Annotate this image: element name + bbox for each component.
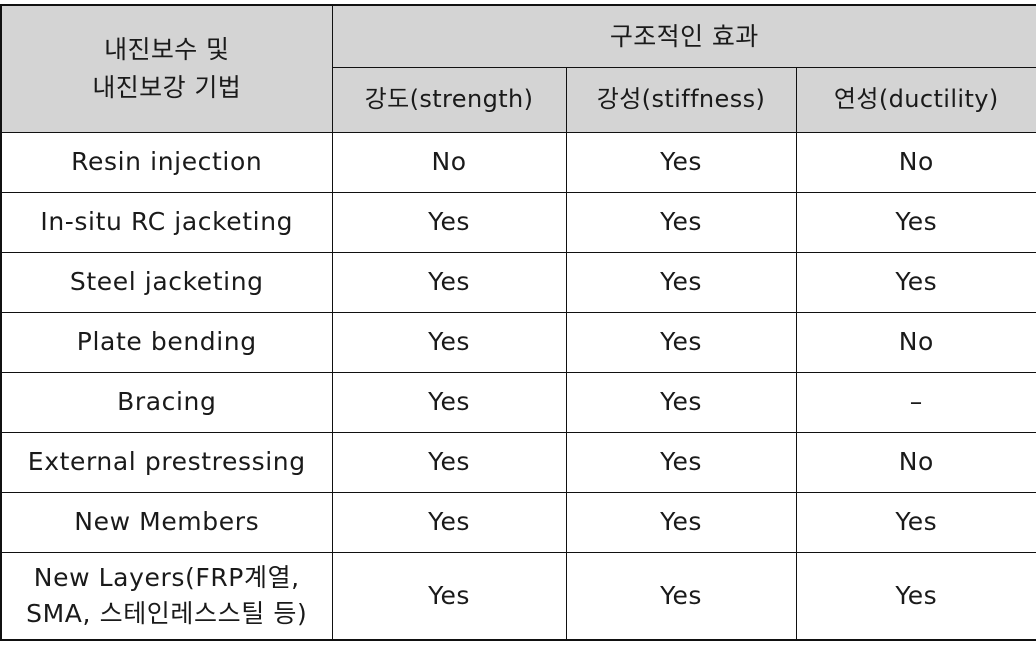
cell-stiffness: Yes [565, 311, 797, 373]
cell-ductility: No [795, 131, 1036, 193]
cell-strength: Yes [331, 551, 567, 641]
seismic-retrofit-effects-table: 내진보수 및 내진보강 기법 구조적인 효과 강도(strength) 강성(s… [0, 4, 1036, 641]
table-header: 내진보수 및 내진보강 기법 구조적인 효과 강도(strength) 강성(s… [0, 4, 1036, 133]
table-body: Resin injection No Yes No In-situ RC jac… [0, 131, 1036, 641]
cell-technique: Bracing [0, 371, 333, 433]
cell-strength: Yes [331, 371, 567, 433]
cell-strength: Yes [331, 491, 567, 553]
cell-technique: New Layers(FRP계열, SMA, 스테인레스스틸 등) [0, 551, 333, 641]
header-structural-effect-group: 구조적인 효과 [331, 4, 1036, 68]
table-row: External prestressing Yes Yes No [0, 431, 1036, 493]
cell-stiffness: Yes [565, 191, 797, 253]
header-stub-line2: 내진보강 기법 [92, 72, 242, 102]
table-row: Plate bending Yes Yes No [0, 311, 1036, 373]
cell-strength: Yes [331, 251, 567, 313]
cell-technique: Steel jacketing [0, 251, 333, 313]
header-col-ductility: 연성(ductility) [795, 66, 1036, 133]
table-row: Bracing Yes Yes – [0, 371, 1036, 433]
cell-strength: Yes [331, 191, 567, 253]
cell-technique: Resin injection [0, 131, 333, 193]
cell-technique: In-situ RC jacketing [0, 191, 333, 253]
header-technique-stub: 내진보수 및 내진보강 기법 [0, 4, 333, 133]
header-col-stiffness: 강성(stiffness) [565, 66, 797, 133]
cell-stiffness: Yes [565, 491, 797, 553]
cell-technique: External prestressing [0, 431, 333, 493]
cell-ductility: – [795, 371, 1036, 433]
header-col-strength: 강도(strength) [331, 66, 567, 133]
table-row: In-situ RC jacketing Yes Yes Yes [0, 191, 1036, 253]
cell-technique: New Members [0, 491, 333, 553]
cell-technique: Plate bending [0, 311, 333, 373]
cell-stiffness: Yes [565, 131, 797, 193]
cell-strength: Yes [331, 311, 567, 373]
table-row: New Members Yes Yes Yes [0, 491, 1036, 553]
table-row: Resin injection No Yes No [0, 131, 1036, 193]
cell-stiffness: Yes [565, 371, 797, 433]
cell-ductility: Yes [795, 551, 1036, 641]
cell-ductility: Yes [795, 491, 1036, 553]
cell-ductility: Yes [795, 191, 1036, 253]
cell-ductility: Yes [795, 251, 1036, 313]
table-page: 내진보수 및 내진보강 기법 구조적인 효과 강도(strength) 강성(s… [0, 0, 1036, 650]
cell-stiffness: Yes [565, 251, 797, 313]
header-row-group: 내진보수 및 내진보강 기법 구조적인 효과 [0, 4, 1036, 133]
cell-stiffness: Yes [565, 551, 797, 641]
header-stub-line1: 내진보수 및 [104, 35, 230, 65]
cell-strength: Yes [331, 431, 567, 493]
cell-technique-line2: SMA, 스테인레스스틸 등) [26, 598, 308, 628]
table-row: Steel jacketing Yes Yes Yes [0, 251, 1036, 313]
table-row: New Layers(FRP계열, SMA, 스테인레스스틸 등) Yes Ye… [0, 551, 1036, 641]
cell-stiffness: Yes [565, 431, 797, 493]
cell-ductility: No [795, 431, 1036, 493]
cell-technique-line1: New Layers(FRP계열, [33, 563, 300, 593]
cell-ductility: No [795, 311, 1036, 373]
cell-strength: No [331, 131, 567, 193]
